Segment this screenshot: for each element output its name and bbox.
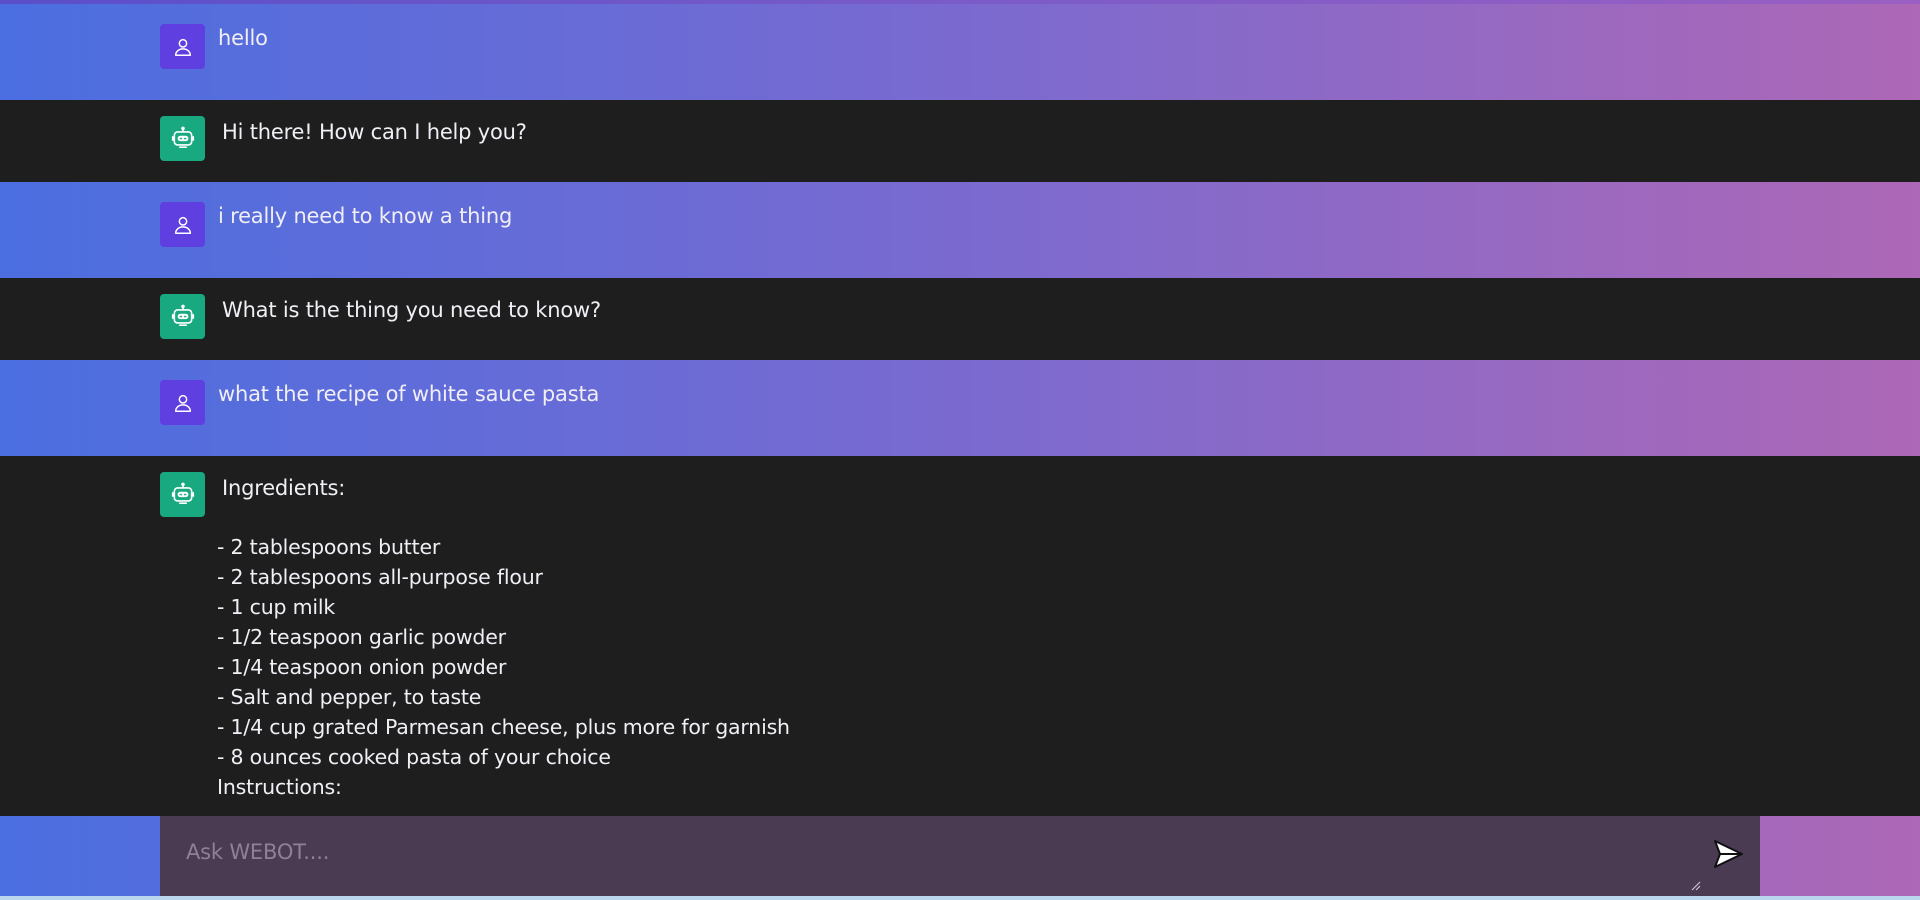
bot-avatar bbox=[160, 116, 205, 161]
bot-message-row: What is the thing you need to know? bbox=[0, 278, 1920, 360]
recipe-line: Instructions: bbox=[217, 775, 342, 799]
message-heading: Ingredients: bbox=[222, 476, 346, 500]
recipe-line: - 1 cup milk bbox=[217, 595, 336, 619]
input-box bbox=[160, 816, 1760, 896]
send-button[interactable] bbox=[1704, 833, 1752, 877]
user-icon bbox=[172, 214, 194, 236]
robot-icon bbox=[170, 482, 196, 508]
recipe-line: - 2 tablespoons butter bbox=[217, 535, 441, 559]
recipe-line: - 1/2 teaspoon garlic powder bbox=[217, 625, 506, 649]
bottom-edge bbox=[0, 896, 1920, 900]
robot-icon bbox=[170, 304, 196, 330]
bot-avatar bbox=[160, 294, 205, 339]
user-icon bbox=[172, 392, 194, 414]
user-avatar bbox=[160, 202, 205, 247]
message-text: hello bbox=[218, 26, 268, 50]
recipe-line: - 1/4 cup grated Parmesan cheese, plus m… bbox=[217, 715, 790, 739]
composer-bar bbox=[0, 816, 1920, 896]
user-icon bbox=[172, 36, 194, 58]
message-text: Hi there! How can I help you? bbox=[222, 120, 527, 144]
user-message-row: i really need to know a thing bbox=[0, 182, 1920, 278]
message-text: What is the thing you need to know? bbox=[222, 298, 601, 322]
resize-grip-icon[interactable] bbox=[1689, 876, 1701, 891]
recipe-list: - 2 tablespoons butter - 2 tablespoons a… bbox=[217, 532, 790, 802]
message-text: what the recipe of white sauce pasta bbox=[218, 382, 600, 406]
chat-app: hello Hi there! How can I help you? i re… bbox=[0, 0, 1920, 900]
recipe-line: - 1/4 teaspoon onion powder bbox=[217, 655, 507, 679]
user-message-row: what the recipe of white sauce pasta bbox=[0, 360, 1920, 456]
robot-icon bbox=[170, 126, 196, 152]
message-input[interactable] bbox=[160, 816, 1760, 896]
user-avatar bbox=[160, 380, 205, 425]
bot-avatar bbox=[160, 472, 205, 517]
recipe-line: - 8 ounces cooked pasta of your choice bbox=[217, 745, 611, 769]
bot-message-row: Ingredients: - 2 tablespoons butter - 2 … bbox=[0, 456, 1920, 799]
user-message-row: hello bbox=[0, 4, 1920, 100]
recipe-line: - Salt and pepper, to taste bbox=[217, 685, 482, 709]
recipe-line: - 2 tablespoons all-purpose flour bbox=[217, 565, 543, 589]
bot-message-row: Hi there! How can I help you? bbox=[0, 100, 1920, 182]
send-icon bbox=[1712, 839, 1744, 872]
user-avatar bbox=[160, 24, 205, 69]
message-text: i really need to know a thing bbox=[218, 204, 513, 228]
chat-container[interactable]: hello Hi there! How can I help you? i re… bbox=[0, 4, 1920, 816]
